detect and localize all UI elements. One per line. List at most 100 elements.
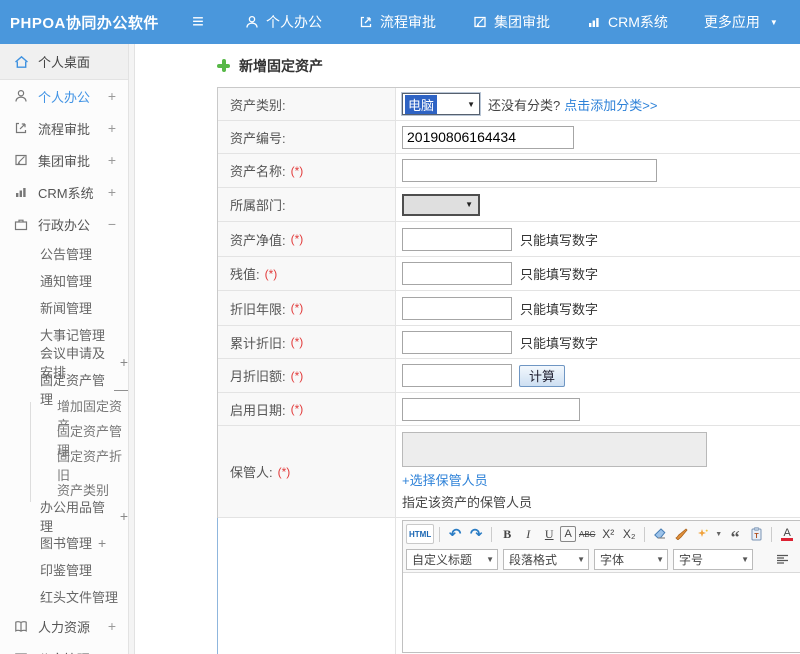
expand-plus-icon[interactable]: + [120, 508, 128, 524]
book-icon [13, 620, 29, 633]
editor-toolbar: HTML ↶ ↷ B I U A ABC X² [403, 521, 800, 573]
asset-number-input[interactable] [402, 126, 574, 149]
salvage-value-input[interactable] [402, 262, 512, 285]
strikethrough-icon[interactable]: ABC [577, 524, 597, 544]
topnav-crm[interactable]: CRM系统 [568, 0, 686, 44]
net-value-input[interactable] [402, 228, 512, 251]
sidebar-subitem-official-docs[interactable]: 红头文件管理 [0, 583, 128, 610]
expand-minus-icon[interactable]: — [114, 381, 128, 397]
sidebar-item-desktop[interactable]: 个人桌面 [0, 44, 128, 80]
numeric-hint: 只能填写数字 [520, 230, 598, 249]
chevron-down-icon: ▼ [770, 18, 778, 27]
subitem-label: 大事记管理 [40, 325, 105, 344]
form-row-depreciation-years: 折旧年限: (*) 只能填写数字 [218, 291, 800, 326]
start-date-input[interactable] [402, 398, 580, 421]
sidebar-scrollbar[interactable] [128, 44, 135, 654]
asset-name-input[interactable] [402, 159, 657, 182]
underline-icon[interactable]: U [539, 524, 559, 544]
expand-minus-icon[interactable]: − [108, 216, 116, 232]
custom-title-select[interactable]: 自定义标题 ▼ [406, 549, 498, 570]
blockquote-icon[interactable]: “ [725, 524, 745, 544]
expand-plus-icon[interactable]: + [108, 88, 116, 104]
topnav-group-approval[interactable]: 集团审批 [454, 0, 568, 44]
expand-plus-icon[interactable]: + [108, 120, 116, 136]
add-category-link[interactable]: 点击添加分类>> [564, 95, 657, 114]
main-content: 新增固定资产 资产类别: 电脑 ▼ 还没有分类? 点击添加分类>> 资产编号: [135, 44, 800, 654]
sidebar-item-personal-office[interactable]: 个人办公 + [0, 80, 128, 112]
monthly-depreciation-input[interactable] [402, 364, 512, 387]
keeper-textarea[interactable] [402, 432, 707, 467]
form-row-accumulated-depreciation: 累计折旧: (*) 只能填写数字 [218, 326, 800, 359]
sidebar-subitem-news[interactable]: 新闻管理 [0, 294, 128, 321]
required-mark: (*) [291, 232, 304, 246]
keeper-description: 指定该资产的保管人员 [402, 492, 532, 511]
topnav-label: 流程审批 [380, 12, 436, 32]
expand-plus-icon[interactable]: + [108, 184, 116, 200]
accumulated-depreciation-input[interactable] [402, 331, 512, 354]
font-color-icon[interactable]: A [777, 524, 797, 544]
form-row-asset-number: 资产编号: [218, 121, 800, 154]
editor-content-area[interactable] [403, 573, 800, 652]
font-color-letter: A [783, 528, 790, 538]
department-select[interactable]: ▼ [402, 194, 480, 216]
superscript-icon[interactable]: X² [598, 524, 618, 544]
topnav-more-apps[interactable]: 更多应用 ▼ [686, 0, 796, 44]
eraser-icon[interactable] [650, 524, 670, 544]
calculate-button[interactable]: 计算 [519, 365, 565, 387]
person-icon [244, 15, 260, 29]
sidebar-subitem-office-supplies[interactable]: 办公用品管理+ [0, 502, 128, 529]
topnav-workflow-approval[interactable]: 流程审批 [340, 0, 454, 44]
form-row-salvage-value: 残值: (*) 只能填写数字 [218, 257, 800, 291]
select-label: 字号 [679, 551, 733, 568]
undo-icon[interactable]: ↶ [445, 524, 465, 544]
chevron-down-icon[interactable]: ▼ [715, 531, 722, 538]
redo-icon[interactable]: ↷ [466, 524, 486, 544]
paste-as-text-icon[interactable]: T [746, 524, 766, 544]
sidebar-subitem-seals[interactable]: 印鉴管理 [0, 556, 128, 583]
sidebar-subitem-notices[interactable]: 通知管理 [0, 267, 128, 294]
form-row-monthly-depreciation: 月折旧额: (*) 计算 [218, 359, 800, 393]
page-head: 新增固定资产 [217, 44, 800, 87]
expand-plus-icon[interactable]: + [120, 354, 128, 370]
numeric-hint: 只能填写数字 [520, 333, 598, 352]
field-label: 折旧年限: [230, 299, 286, 318]
menu-icon[interactable]: ≡ [178, 11, 218, 34]
sidebar-subitem-announcements[interactable]: 公告管理 [0, 240, 128, 267]
font-family-select[interactable]: 字体 ▼ [594, 549, 668, 570]
edit-icon [472, 15, 488, 29]
auto-typeset-icon[interactable] [692, 524, 712, 544]
top-bar: PHPOA协同办公软件 ≡ 个人办公 流程审批 集团审批 CRM系统 [0, 0, 800, 44]
required-mark: (*) [291, 335, 304, 349]
select-keeper-link[interactable]: +选择保管人员 [402, 470, 488, 489]
format-brush-icon[interactable] [671, 524, 691, 544]
expand-plus-icon[interactable]: + [108, 152, 116, 168]
sidebar-item-hr[interactable]: 人力资源 + [0, 610, 128, 642]
no-category-note: 还没有分类? [488, 95, 560, 114]
expand-plus-icon[interactable]: + [108, 650, 116, 654]
fixed-assets-submenu: 增加固定资产 固定资产管理 固定资产折旧 资产类别 [30, 402, 128, 502]
sidebar-item-workflow-approval[interactable]: 流程审批 + [0, 112, 128, 144]
expand-plus-icon[interactable]: + [98, 535, 106, 551]
toolbar-separator [491, 527, 492, 542]
sidebar-item-admin-office[interactable]: 行政办公 − [0, 208, 128, 240]
field-label: 残值: [230, 264, 260, 283]
sidebar-item-document-manage[interactable]: 公文管理 + [0, 642, 128, 654]
asset-category-select[interactable]: 电脑 ▼ [402, 93, 480, 115]
html-source-button[interactable]: HTML [406, 524, 434, 544]
required-mark: (*) [265, 267, 278, 281]
italic-icon[interactable]: I [518, 524, 538, 544]
select-label: 段落格式 [509, 551, 569, 568]
font-style-icon[interactable]: A [560, 526, 576, 542]
sidebar-item-group-approval[interactable]: 集团审批 + [0, 144, 128, 176]
topnav-personal-office[interactable]: 个人办公 [226, 0, 340, 44]
sidebar-item-crm[interactable]: CRM系统 + [0, 176, 128, 208]
expand-plus-icon[interactable]: + [108, 618, 116, 634]
subscript-icon[interactable]: X₂ [619, 524, 639, 544]
paragraph-format-select[interactable]: 段落格式 ▼ [503, 549, 589, 570]
depreciation-years-input[interactable] [402, 297, 512, 320]
field-label: 启用日期: [230, 400, 286, 419]
sidebar-subsubitem-asset-depreciation[interactable]: 固定资产折旧 [31, 452, 128, 477]
bold-icon[interactable]: B [497, 524, 517, 544]
align-left-icon[interactable] [772, 549, 792, 569]
font-size-select[interactable]: 字号 ▼ [673, 549, 753, 570]
